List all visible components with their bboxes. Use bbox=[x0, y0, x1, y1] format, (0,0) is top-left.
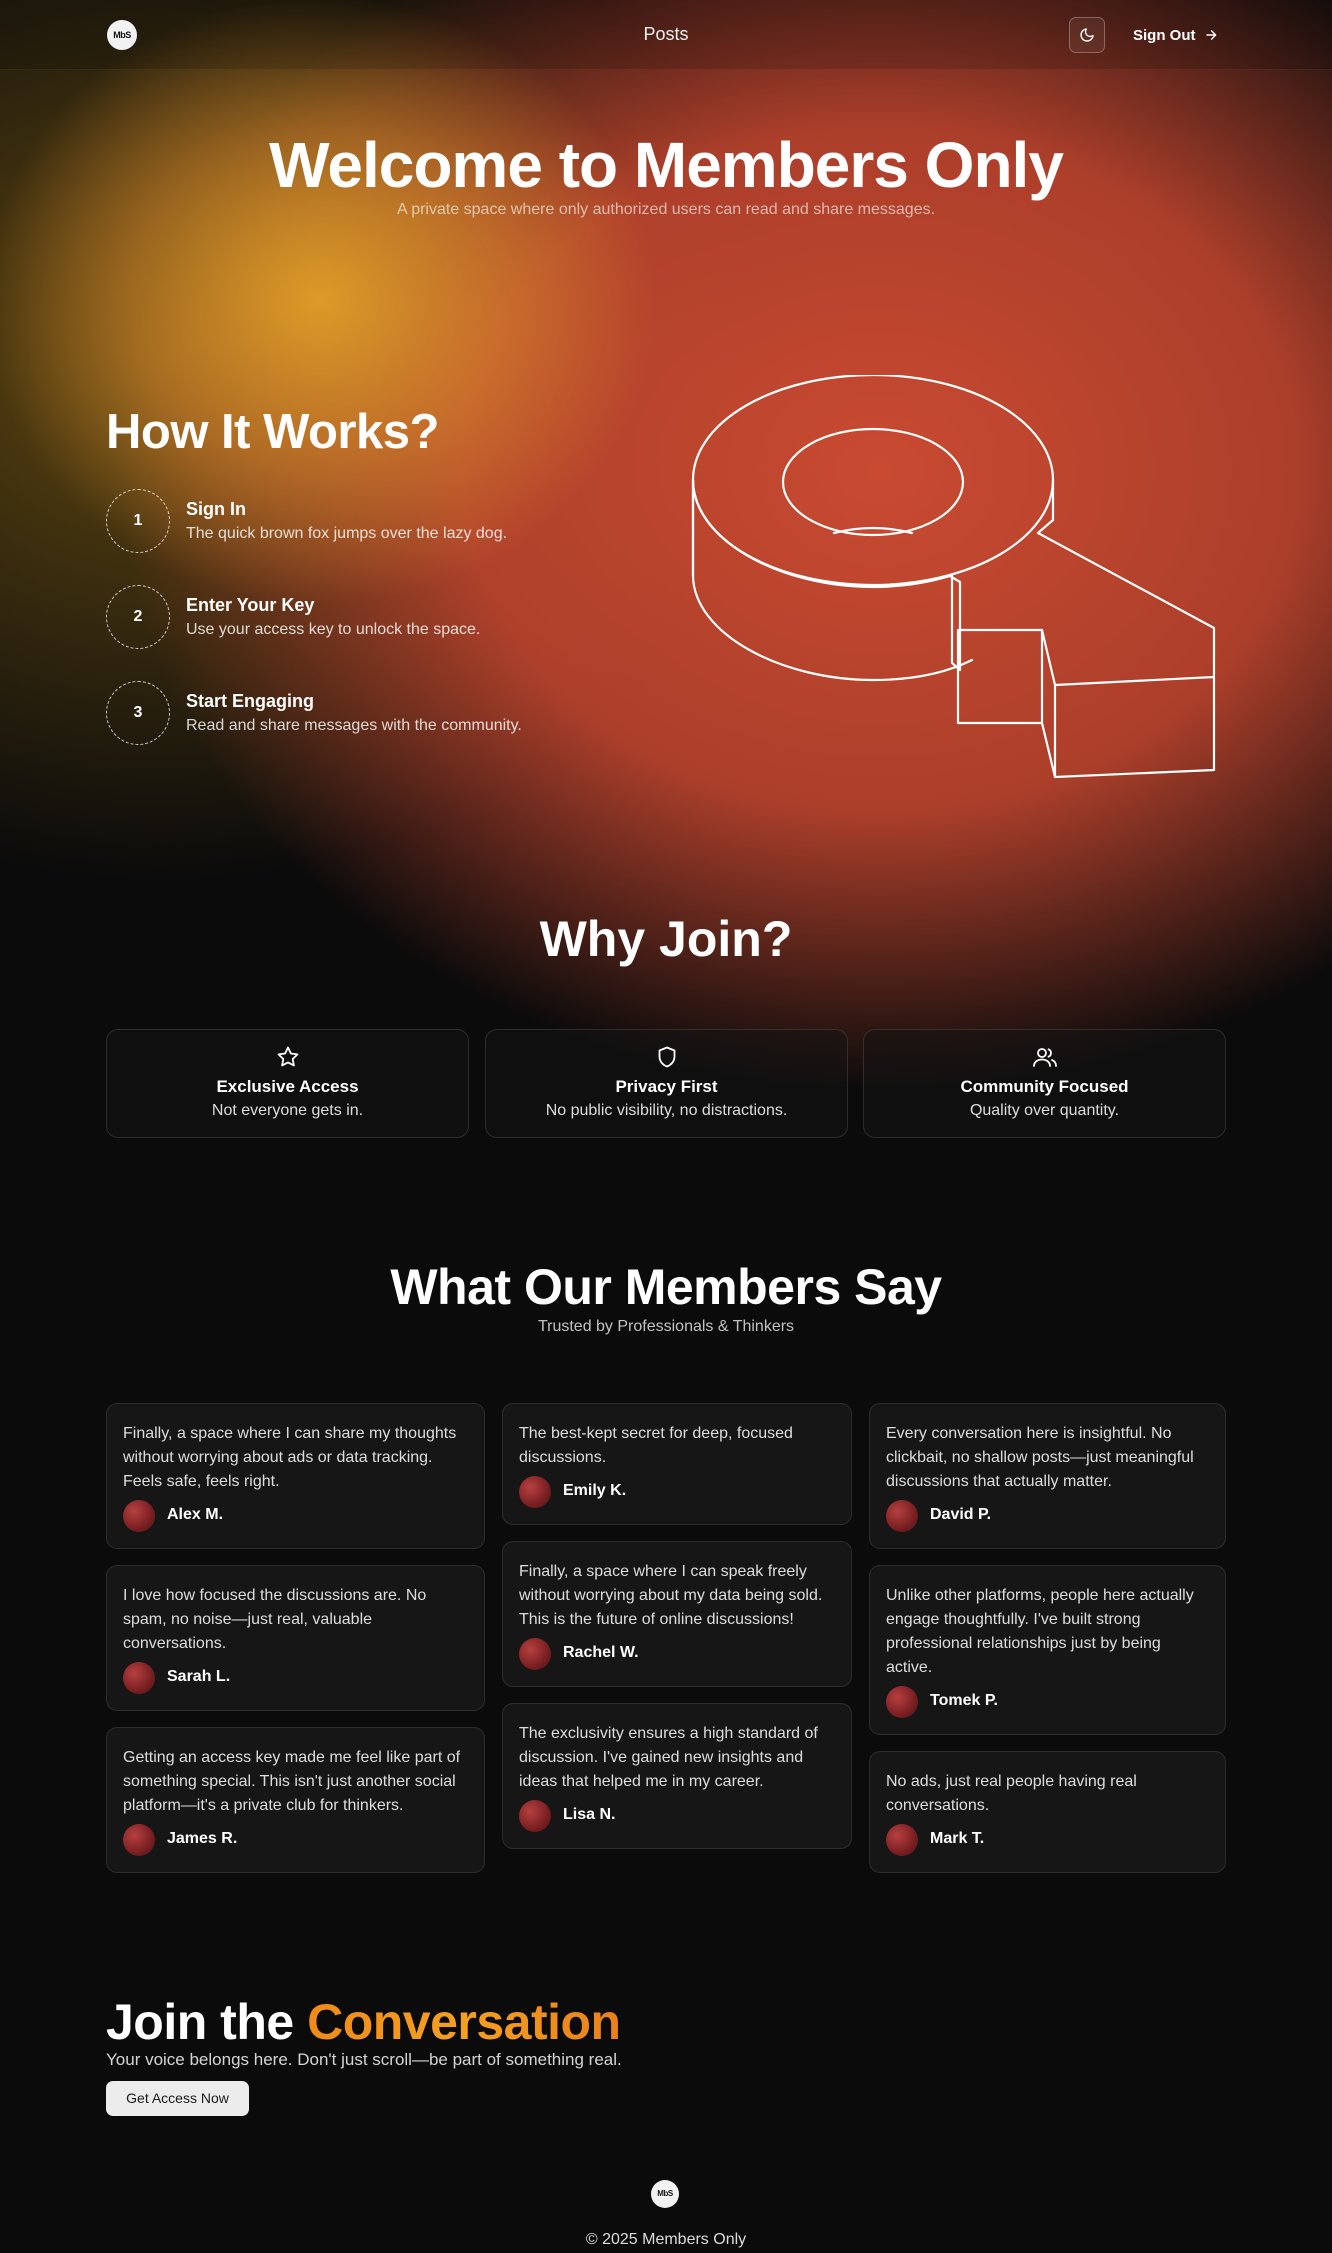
testimonial-card: No ads, just real people having real con… bbox=[869, 1751, 1226, 1873]
avatar bbox=[123, 1500, 155, 1532]
hero-subtitle: A private space where only authorized us… bbox=[396, 201, 936, 218]
avatar bbox=[123, 1662, 155, 1694]
step-description: The quick brown fox jumps over the lazy … bbox=[186, 525, 508, 542]
join-title-plain: Join the bbox=[106, 1994, 294, 2050]
testimonial-quote: Finally, a space where I can share my th… bbox=[123, 1425, 457, 1490]
testimonial-author: Tomek P. bbox=[930, 1692, 998, 1709]
shield-icon bbox=[658, 1046, 675, 1068]
feature-title: Privacy First bbox=[615, 1077, 718, 1096]
testimonial-quote: Unlike other platforms, people here actu… bbox=[886, 1587, 1194, 1676]
feature-title: Community Focused bbox=[960, 1077, 1129, 1096]
footer-logo[interactable]: MbS bbox=[651, 2180, 679, 2208]
testimonial-author: Lisa N. bbox=[563, 1806, 616, 1823]
testimonial-card: The exclusivity ensures a high standard … bbox=[502, 1703, 852, 1849]
testimonial-card: Finally, a space where I can share my th… bbox=[106, 1403, 485, 1549]
testimonial-author: Sarah L. bbox=[167, 1668, 231, 1685]
testimonial-quote: Every conversation here is insightful. N… bbox=[886, 1425, 1194, 1490]
testimonial-card: Every conversation here is insightful. N… bbox=[869, 1403, 1226, 1549]
avatar bbox=[886, 1500, 918, 1532]
join-title: Join the Conversation bbox=[106, 1993, 621, 2051]
key-illustration bbox=[691, 375, 1216, 779]
step-description: Use your access key to unlock the space. bbox=[186, 621, 481, 638]
testimonial-card: Finally, a space where I can speak freel… bbox=[502, 1541, 852, 1687]
testimonials-subtitle: Trusted by Professionals & Thinkers bbox=[537, 1318, 795, 1335]
feature-description: Not everyone gets in. bbox=[211, 1102, 364, 1119]
step-number: 2 bbox=[106, 585, 170, 649]
arrow-right-icon bbox=[1205, 30, 1216, 40]
testimonial-author: Emily K. bbox=[563, 1482, 627, 1499]
avatar bbox=[519, 1800, 551, 1832]
sign-out-label: Sign Out bbox=[1133, 26, 1196, 44]
join-title-accent: Conversation bbox=[307, 1994, 621, 2050]
avatar bbox=[123, 1824, 155, 1856]
testimonials-title: What Our Members Say bbox=[390, 1259, 942, 1315]
step-title: Enter Your Key bbox=[186, 595, 315, 615]
sign-out-button[interactable]: Sign Out bbox=[1133, 24, 1218, 46]
theme-toggle-button[interactable] bbox=[1069, 17, 1105, 53]
testimonial-quote: Finally, a space where I can speak freel… bbox=[519, 1563, 823, 1628]
testimonial-author: Rachel W. bbox=[563, 1644, 639, 1661]
hero-title: Welcome to Members Only bbox=[269, 129, 1064, 201]
avatar bbox=[886, 1686, 918, 1718]
testimonial-quote: I love how focused the discussions are. … bbox=[123, 1587, 427, 1652]
feature-description: No public visibility, no distractions. bbox=[545, 1102, 788, 1119]
testimonial-card: Getting an access key made me feel like … bbox=[106, 1727, 485, 1873]
testimonial-quote: The exclusivity ensures a high standard … bbox=[519, 1725, 818, 1790]
step-sign-in: 1 Sign In The quick brown fox jumps over… bbox=[106, 489, 666, 553]
users-icon bbox=[1032, 1048, 1057, 1067]
testimonial-author: James R. bbox=[167, 1830, 238, 1847]
testimonial-card: The best-kept secret for deep, focused d… bbox=[502, 1403, 852, 1525]
feature-card-privacy-first: Privacy First No public visibility, no d… bbox=[485, 1029, 848, 1138]
moon-icon bbox=[1080, 28, 1094, 42]
testimonial-author: David P. bbox=[930, 1506, 992, 1523]
step-title: Sign In bbox=[186, 499, 246, 519]
testimonial-card: I love how focused the discussions are. … bbox=[106, 1565, 485, 1711]
feature-title: Exclusive Access bbox=[216, 1077, 359, 1096]
copyright-text: © 2025 Members Only bbox=[585, 2231, 747, 2248]
avatar bbox=[519, 1476, 551, 1508]
testimonial-quote: The best-kept secret for deep, focused d… bbox=[519, 1425, 793, 1466]
top-navbar: MbS Posts Sign Out bbox=[0, 0, 1332, 70]
step-number: 1 bbox=[106, 489, 170, 553]
avatar bbox=[886, 1824, 918, 1856]
feature-card-community-focused: Community Focused Quality over quantity. bbox=[863, 1029, 1226, 1138]
step-description: Read and share messages with the communi… bbox=[186, 717, 522, 734]
step-title: Start Engaging bbox=[186, 691, 315, 711]
star-icon bbox=[277, 1046, 298, 1067]
testimonial-author: Mark T. bbox=[930, 1830, 985, 1847]
testimonial-quote: Getting an access key made me feel like … bbox=[123, 1749, 461, 1814]
why-join-title: Why Join? bbox=[539, 911, 793, 967]
step-enter-key: 2 Enter Your Key Use your access key to … bbox=[106, 585, 666, 649]
join-subtitle: Your voice belongs here. Don't just scro… bbox=[106, 2050, 622, 2069]
testimonial-card: Unlike other platforms, people here actu… bbox=[869, 1565, 1226, 1735]
feature-description: Quality over quantity. bbox=[969, 1102, 1120, 1119]
testimonial-quote: No ads, just real people having real con… bbox=[886, 1773, 1137, 1814]
get-access-button[interactable]: Get Access Now bbox=[106, 2081, 249, 2116]
testimonial-author: Alex M. bbox=[167, 1506, 224, 1523]
step-start-engaging: 3 Start Engaging Read and share messages… bbox=[106, 681, 666, 745]
avatar bbox=[519, 1638, 551, 1670]
feature-card-exclusive-access: Exclusive Access Not everyone gets in. bbox=[106, 1029, 469, 1138]
step-number: 3 bbox=[106, 681, 170, 745]
how-it-works-title: How It Works? bbox=[106, 405, 439, 459]
